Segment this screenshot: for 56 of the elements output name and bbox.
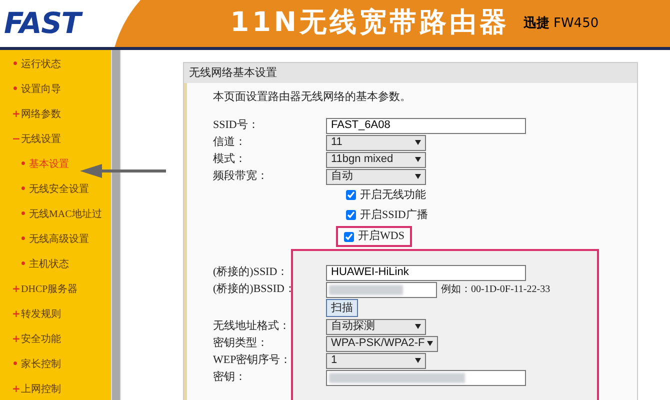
field-label: (桥接的)BSSID：: [213, 282, 297, 298]
menu-item[interactable]: 网络参数: [21, 107, 61, 122]
menu-marker: +: [12, 308, 21, 322]
field-label: 频段带宽：: [213, 168, 269, 184]
dropdown[interactable]: 自动: [326, 168, 426, 184]
dropdown[interactable]: 11bgn mixed: [326, 152, 426, 168]
text-field[interactable]: HUAWEI-HiLink: [326, 264, 526, 280]
field-label: 密钥类型：: [213, 336, 269, 352]
product-title: 11N无线宽带路由器: [230, 6, 510, 40]
menu-marker: •: [20, 208, 28, 222]
dropdown[interactable]: 自动探测: [326, 318, 426, 334]
menu-item[interactable]: 安全功能: [21, 332, 61, 347]
brand-text: 迅捷: [523, 14, 550, 33]
field-label: 无线地址格式：: [213, 319, 291, 334]
panel-title: 无线网络基本设置: [184, 63, 637, 83]
menu-marker: +: [12, 108, 21, 122]
menu-marker: •: [12, 58, 20, 72]
field-label: 密钥：: [213, 370, 247, 386]
model-text: FW450: [553, 14, 599, 33]
menu-marker: •: [20, 158, 28, 172]
checkbox-label: 开启SSID广播: [360, 208, 428, 223]
menu-item[interactable]: 运行状态: [21, 57, 61, 72]
menu-marker: •: [20, 183, 28, 197]
menu-marker: +: [12, 283, 21, 297]
menu-marker: •: [20, 258, 28, 272]
menu-item[interactable]: 转发规则: [21, 307, 61, 322]
checkbox-label: 开启WDS: [358, 228, 404, 244]
menu-item[interactable]: 家长控制: [21, 357, 61, 372]
menu-item[interactable]: 无线安全设置: [29, 182, 89, 197]
menu-item[interactable]: 无线MAC地址过: [29, 207, 102, 222]
menu-item[interactable]: 上网控制: [21, 382, 61, 397]
intro-text: 本页面设置路由器无线网络的基本参数。: [213, 89, 412, 105]
menu-item[interactable]: 设置向导: [21, 82, 61, 97]
menu-item[interactable]: DHCP服务器: [21, 282, 78, 297]
menu-marker: −: [12, 133, 21, 147]
hint-text: 例如：00-1D-0F-11-22-33: [441, 283, 550, 297]
menu-item[interactable]: 主机状态: [29, 257, 69, 272]
checkbox-label: 开启无线功能: [360, 188, 426, 203]
dropdown[interactable]: WPA-PSK/WPA2-F: [326, 336, 438, 352]
field-label: SSID号：: [213, 118, 260, 134]
menu-marker: +: [12, 333, 21, 347]
menu-marker: •: [12, 83, 20, 97]
field-label: (桥接的)SSID：: [213, 264, 290, 280]
scan-button[interactable]: 扫描: [326, 299, 358, 317]
field-label: WEP密钥序号：: [213, 352, 292, 368]
menu-marker: +: [12, 383, 21, 397]
text-field[interactable]: FAST_6A08: [326, 118, 526, 134]
menu-marker: •: [12, 358, 20, 372]
menu-item[interactable]: 无线高级设置: [29, 232, 89, 247]
field-label: 模式：: [213, 152, 247, 168]
dropdown[interactable]: 1: [326, 352, 426, 368]
menu-item[interactable]: 无线设置: [21, 132, 61, 147]
dropdown[interactable]: 11: [326, 134, 426, 150]
menu-marker: •: [20, 233, 28, 247]
logo: FAST: [4, 2, 80, 46]
field-label: 信道：: [213, 135, 247, 150]
